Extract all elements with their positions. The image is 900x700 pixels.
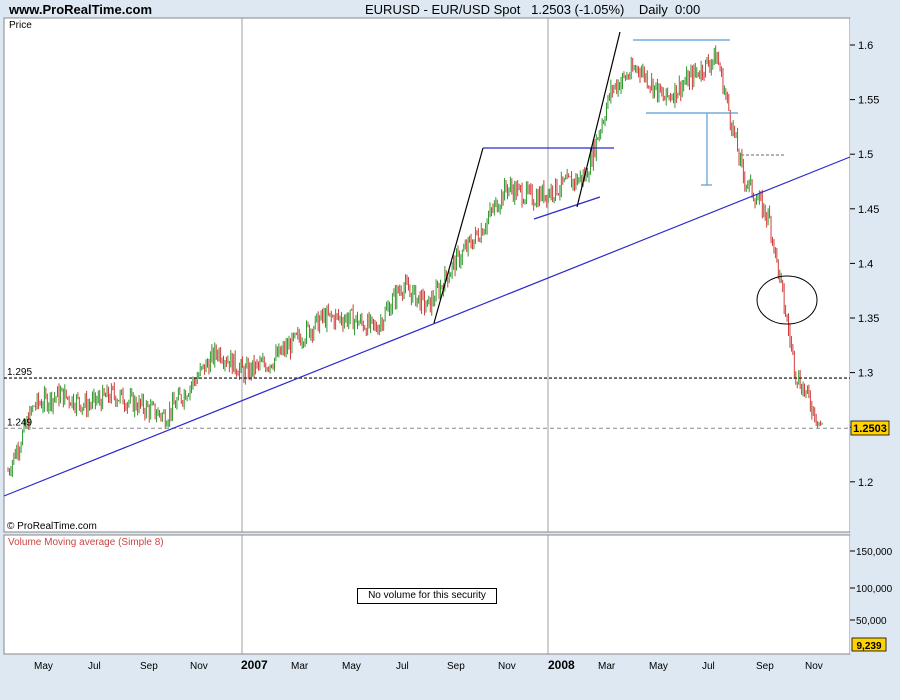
price-label: Price xyxy=(9,20,32,31)
price-panel xyxy=(3,17,851,533)
y-tick-label: 1.6 xyxy=(858,40,873,52)
y-tick-label: 1.35 xyxy=(858,313,879,325)
x-tick-label: Sep xyxy=(140,661,158,672)
x-tick-label: Nov xyxy=(805,661,823,672)
copyright: © ProRealTime.com xyxy=(7,521,97,532)
current-price-tag: 1.2503 xyxy=(850,420,890,436)
volume-tick-label: 150,000 xyxy=(856,547,893,558)
volume-tick-label: 100,000 xyxy=(856,584,893,595)
x-tick-label: Mar xyxy=(598,661,616,672)
level-label: 1.295 xyxy=(7,367,32,378)
no-volume-message: No volume for this security xyxy=(357,588,497,604)
time-axis: May Jul Sep Nov 2007 Mar May Jul Sep Nov 2008 Mar Ma… xyxy=(34,658,823,672)
x-tick-label: Sep xyxy=(447,661,465,672)
x-tick-label: Jul xyxy=(702,661,715,672)
y-tick-label: 1.5 xyxy=(858,149,873,161)
x-tick-label: Nov xyxy=(190,661,208,672)
y-tick-label: 1.2 xyxy=(858,477,873,489)
x-tick-label: Mar xyxy=(291,661,309,672)
y-tick-label: 1.3 xyxy=(858,368,873,380)
volume-tick-label: 50,000 xyxy=(856,616,887,627)
current-price-value: 1.2503 xyxy=(853,423,887,435)
y-tick-label: 1.4 xyxy=(858,258,873,270)
level-label: 1.249 xyxy=(7,417,32,428)
x-tick-label: Sep xyxy=(756,661,774,672)
x-tick-label: May xyxy=(649,661,668,672)
x-tick-label: 2007 xyxy=(241,658,268,672)
x-tick-label: Jul xyxy=(88,661,101,672)
volume-title: Volume Moving average (Simple 8) xyxy=(8,537,164,548)
volume-current-value: 9,239 xyxy=(856,641,881,652)
x-tick-label: May xyxy=(34,661,53,672)
x-tick-label: Jul xyxy=(396,661,409,672)
y-tick-label: 1.45 xyxy=(858,204,879,216)
volume-current-tag: 9,239 xyxy=(851,637,887,652)
x-tick-label: Nov xyxy=(498,661,516,672)
y-tick-label: 1.55 xyxy=(858,95,879,107)
x-tick-label: May xyxy=(342,661,361,672)
x-tick-label: 2008 xyxy=(548,658,575,672)
